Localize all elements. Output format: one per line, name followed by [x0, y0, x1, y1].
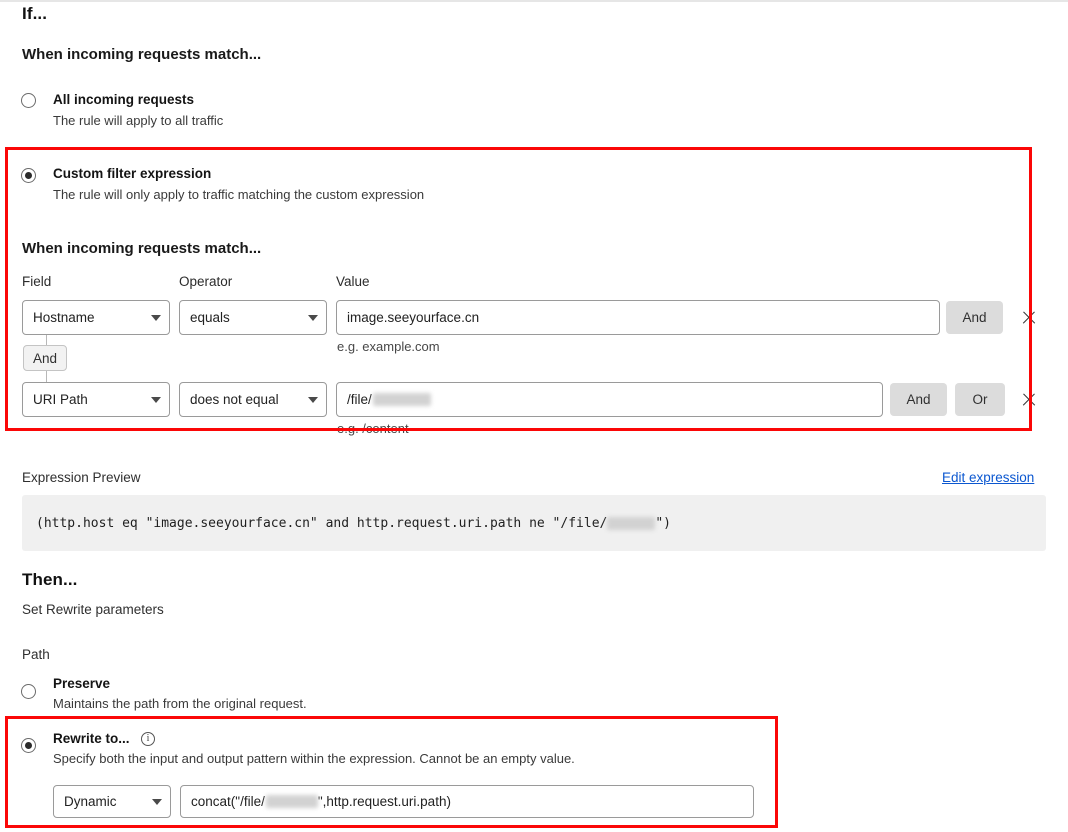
rewrite-expression-suffix: ",http.request.uri.path): [317, 794, 451, 809]
field-select-row-1[interactable]: Hostname: [22, 300, 170, 335]
value-input-row-1[interactable]: image.seeyourface.cn: [336, 300, 940, 335]
column-header-value: Value: [336, 274, 370, 289]
option-rewrite-to-desc: Specify both the input and output patter…: [53, 751, 575, 766]
close-icon-row-2[interactable]: [1021, 392, 1037, 408]
row-connector-and-button[interactable]: And: [23, 345, 67, 371]
option-preserve-desc: Maintains the path from the original req…: [53, 696, 307, 711]
option-rewrite-to-title: Rewrite to...: [53, 731, 130, 746]
operator-select-row-2[interactable]: does not equal: [179, 382, 327, 417]
redacted-rewrite-segment: [265, 795, 318, 808]
top-divider: [0, 0, 1068, 2]
redacted-expression-segment: [607, 516, 656, 530]
option-custom-filter-desc: The rule will only apply to traffic matc…: [53, 187, 425, 202]
chevron-down-icon: [152, 798, 162, 805]
radio-all-incoming-requests[interactable]: [21, 93, 36, 108]
close-icon-row-1[interactable]: [1021, 310, 1037, 326]
rewrite-expression-input[interactable]: concat("/file/ ",http.request.uri.path): [180, 785, 754, 818]
chevron-down-icon: [308, 396, 318, 403]
then-section-subtitle: Set Rewrite parameters: [22, 602, 164, 617]
chevron-down-icon: [308, 314, 318, 321]
field-select-row-2-value: URI Path: [33, 392, 88, 407]
expression-preview-box: (http.host eq "image.seeyourface.cn" and…: [22, 495, 1046, 551]
value-input-row-2[interactable]: /file/: [336, 382, 883, 417]
radio-preserve[interactable]: [21, 684, 36, 699]
value-input-row-1-value: image.seeyourface.cn: [347, 310, 480, 325]
column-header-field: Field: [22, 274, 52, 289]
radio-custom-filter-expression[interactable]: [21, 168, 36, 183]
chevron-down-icon: [151, 314, 161, 321]
builder-heading: When incoming requests match...: [22, 240, 262, 257]
field-select-row-2[interactable]: URI Path: [22, 382, 170, 417]
value-hint-row-2: e.g. /content: [337, 421, 409, 436]
and-button-row-1[interactable]: And: [946, 301, 1003, 334]
option-all-incoming-requests-title: All incoming requests: [53, 92, 195, 107]
redacted-value-row-2: [372, 393, 431, 406]
and-button-row-2[interactable]: And: [890, 383, 947, 416]
value-hint-row-1: e.g. example.com: [337, 339, 440, 354]
field-select-row-1-value: Hostname: [33, 310, 95, 325]
expression-preview-prefix: (http.host eq "image.seeyourface.cn" and…: [36, 515, 608, 531]
option-preserve-title: Preserve: [53, 676, 111, 691]
option-custom-filter-title: Custom filter expression: [53, 166, 212, 181]
value-input-row-2-value: /file/: [347, 392, 372, 407]
operator-select-row-2-value: does not equal: [190, 392, 279, 407]
rewrite-mode-value: Dynamic: [64, 794, 117, 809]
edit-expression-link[interactable]: Edit expression: [942, 470, 1034, 485]
operator-select-row-1[interactable]: equals: [179, 300, 327, 335]
if-section-title: If...: [22, 4, 48, 23]
column-header-operator: Operator: [179, 274, 233, 289]
operator-select-row-1-value: equals: [190, 310, 230, 325]
rewrite-mode-select[interactable]: Dynamic: [53, 785, 171, 818]
connector-line-bottom: [46, 371, 47, 382]
radio-rewrite-to[interactable]: [21, 738, 36, 753]
then-section-title: Then...: [22, 570, 78, 589]
or-button-row-2[interactable]: Or: [955, 383, 1005, 416]
chevron-down-icon: [151, 396, 161, 403]
rewrite-expression-prefix: concat("/file/: [191, 794, 265, 809]
expression-preview-label: Expression Preview: [22, 470, 141, 485]
info-icon[interactable]: i: [141, 732, 155, 746]
expression-preview-suffix: "): [655, 515, 672, 531]
option-all-incoming-requests-desc: The rule will apply to all traffic: [53, 113, 224, 128]
path-label: Path: [22, 647, 50, 662]
if-section-heading: When incoming requests match...: [22, 46, 262, 63]
